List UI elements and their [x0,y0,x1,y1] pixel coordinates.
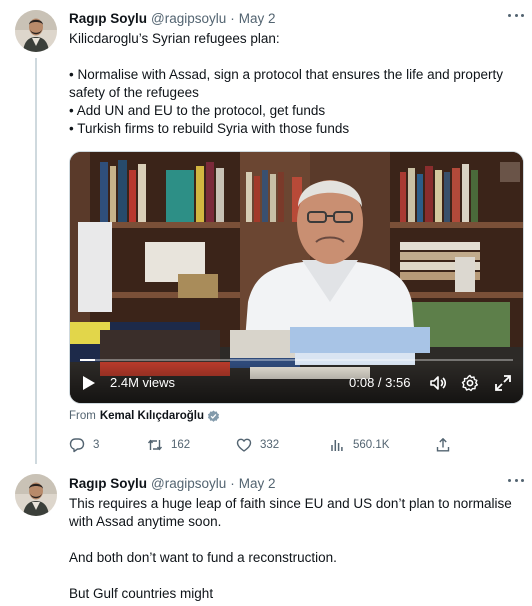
fullscreen-icon[interactable] [494,374,512,392]
tweet-paragraph: But Gulf countries might [69,586,214,601]
reply-count: 3 [93,439,100,451]
tweet-paragraph: Kilicdaroglu’s Syrian refugees plan: [69,31,280,46]
separator-dot: · [230,476,235,491]
share-icon [436,438,450,452]
more-options-icon[interactable] [508,479,524,483]
thread-connector [35,58,37,464]
attribution-prefix: From [69,410,96,422]
tweet-header: Ragıp Soylu @ragipsoylu · May 2 [69,10,524,28]
tweet-paragraph: This requires a huge leap of faith since… [69,496,516,529]
tweet-body: Ragıp Soylu @ragipsoylu · May 2 Kilicdar… [69,10,524,138]
analytics-bar-icon [331,440,343,451]
video-player[interactable]: 2.4M views 0:08 / 3:56 [69,151,524,404]
tweet-header: Ragıp Soylu @ragipsoylu · May 2 [69,475,524,493]
video-attribution: From Kemal Kılıçdaroğlu [69,408,220,424]
view-count: 560.1K [353,439,390,451]
author-handle[interactable]: @ragipsoylu [151,10,226,28]
retweet-button[interactable]: 162 [147,436,190,454]
author-name[interactable]: Ragıp Soylu [69,475,147,493]
views-button[interactable]: 560.1K [329,436,389,454]
tweet-text: Kilicdaroglu’s Syrian refugees plan: • N… [69,30,524,138]
video-view-count: 2.4M views [110,375,176,390]
video-progress-fill [80,359,96,361]
tweet-paragraph: And both don’t want to fund a reconstruc… [69,550,337,565]
author-handle[interactable]: @ragipsoylu [151,475,226,493]
heart-icon [236,438,252,452]
person-avatar-icon [15,10,57,52]
attribution-author-link[interactable]: Kemal Kılıçdaroğlu [100,408,204,424]
settings-gear-icon[interactable] [461,374,479,392]
avatar[interactable] [15,474,57,516]
tweet-body: Ragıp Soylu @ragipsoylu · May 2 This req… [69,475,524,603]
more-options-icon[interactable] [508,14,524,18]
avatar[interactable] [15,10,57,52]
verified-badge-icon [207,410,220,422]
like-button[interactable]: 332 [236,436,279,454]
separator-dot: · [230,11,235,26]
tweet-date[interactable]: May 2 [239,10,276,28]
tweet-actions: 3 162 332 560.1K [69,436,459,454]
person-avatar-icon [15,474,57,516]
reply-icon [69,438,85,453]
tweet-text: This requires a huge leap of faith since… [69,495,524,603]
tweet-date[interactable]: May 2 [239,475,276,493]
reply-button[interactable]: 3 [69,436,99,454]
author-name[interactable]: Ragıp Soylu [69,10,147,28]
volume-icon[interactable] [429,374,447,392]
share-button[interactable] [435,436,451,454]
retweet-icon [147,439,163,451]
tweet[interactable]: Ragıp Soylu @ragipsoylu · May 2 Kilicdar… [0,0,532,468]
video-timestamp: 0:08 / 3:56 [349,375,411,390]
like-count: 332 [260,439,280,451]
tweet-paragraph: • Normalise with Assad, sign a protocol … [69,67,503,136]
retweet-count: 162 [171,439,191,451]
play-icon[interactable] [82,375,96,391]
tweet[interactable]: Ragıp Soylu @ragipsoylu · May 2 This req… [0,468,532,606]
video-progress-bar[interactable] [80,359,513,361]
